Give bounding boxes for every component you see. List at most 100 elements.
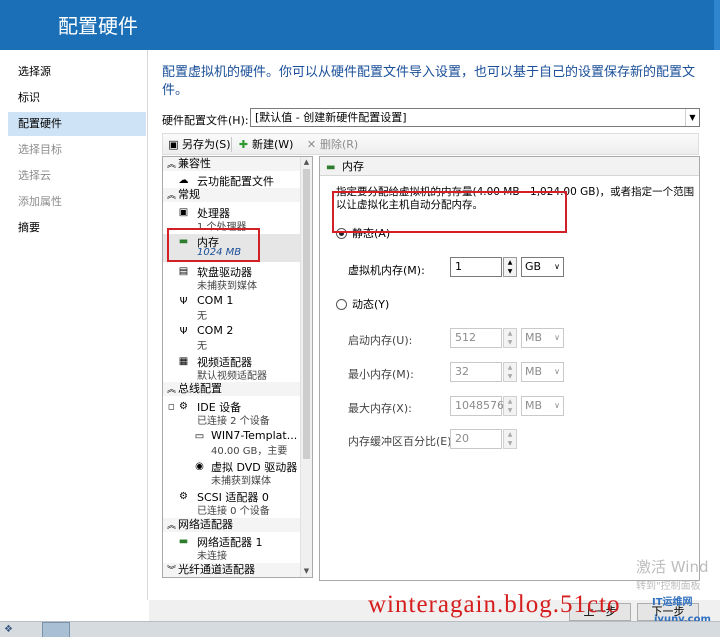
tree-item-floppy[interactable]: ▤ 软盘驱动器 未捕获到媒体 (163, 264, 301, 292)
windows-activation-hint: 转到"控制面板 (636, 581, 701, 592)
hard-disk-icon: ▭ (194, 431, 205, 442)
panel-header: ▬ 内存 (320, 157, 699, 176)
nav-item-configure-hardware[interactable]: 配置硬件 (8, 112, 146, 136)
new-button[interactable]: ✚ 新建(W) (237, 136, 294, 153)
scsi-adapter-icon: ⚙ (179, 491, 188, 502)
hardware-toolbar: ▣ 另存为(S) ✚ 新建(W) ✕ 删除(R) (162, 133, 699, 155)
dynamic-memory-radio[interactable]: 动态(Y) (336, 296, 389, 312)
taskbar-app-button[interactable] (42, 622, 70, 637)
profile-label: 硬件配置文件(H): (162, 114, 249, 127)
dvd-disc-icon: ◉ (195, 461, 204, 472)
main-content: 配置虚拟机的硬件。你可以从硬件配置文件导入设置，也可以基于自己的设置保存新的配置… (149, 50, 720, 600)
collapse-icon: ︽ (167, 385, 177, 395)
add-icon: ✚ (238, 138, 249, 151)
tree-item-cloud-profile[interactable]: ☁ 云功能配置文件 (163, 173, 301, 189)
startup-memory-input: 512 (450, 328, 502, 348)
save-as-label: 另存为(S) (182, 138, 231, 151)
annotation-highlight-memory-item (167, 228, 260, 262)
startup-memory-unit-select: MB ∨ (521, 328, 564, 348)
delete-label: 删除(R) (320, 138, 359, 151)
blog-watermark: winteragain.blog.51cto (368, 591, 621, 618)
new-label: 新建(W) (252, 138, 294, 151)
title-bar: 配置硬件 (0, 0, 720, 50)
tree-item-virtual-disk[interactable]: ▭ WIN7-Templat... 40.00 GB，主要 (163, 429, 301, 457)
nav-item-select-destination: 选择目标 (18, 143, 62, 156)
save-as-button[interactable]: ▣ 另存为(S) (167, 136, 231, 153)
processor-icon: ▣ (178, 207, 189, 218)
title-bar-edge (714, 0, 720, 50)
window-title: 配置硬件 (58, 14, 138, 38)
vm-memory-input[interactable]: 1 (450, 257, 502, 277)
nav-item-select-cloud: 选择云 (18, 169, 51, 182)
collapse-icon: ︽ (167, 521, 177, 531)
vm-memory-label: 虚拟机内存(M): (348, 264, 425, 277)
floppy-drive-icon: ▤ (178, 266, 189, 277)
scroll-down-icon[interactable]: ▼ (301, 566, 312, 577)
chevron-down-icon: ∨ (554, 367, 560, 376)
delete-button: ✕ 删除(R) (305, 136, 358, 153)
radio-unselected-icon (336, 299, 347, 310)
tree-item-scsi-adapter[interactable]: ⚙ SCSI 适配器 0 已连接 0 个设备 (163, 489, 301, 517)
vm-memory-spinner[interactable]: ▲ ▼ (503, 257, 517, 277)
section-fibre-channel[interactable]: ︾ 光纤通道适配器 (163, 563, 301, 577)
monitor-icon: ▦ (178, 356, 189, 367)
panel-header-title: 内存 (342, 160, 364, 173)
section-compatibility[interactable]: ︽ 兼容性 (163, 157, 301, 171)
startup-memory-spinner: ▲ ▼ (503, 328, 517, 348)
hardware-profile-select[interactable]: [默认值 - 创建新硬件配置设置] ▼ (250, 108, 700, 127)
memory-chip-icon: ▬ (326, 162, 336, 173)
tree-item-com1[interactable]: Ψ COM 1 无 (163, 294, 301, 322)
min-memory-label: 最小内存(M): (348, 368, 414, 381)
tree-item-video-adapter[interactable]: ▦ 视频适配器 默认视频适配器 (163, 354, 301, 382)
taskbar: ❖ (0, 621, 720, 637)
max-memory-spinner: ▲ ▼ (503, 396, 517, 416)
vm-memory-unit-select[interactable]: GB ∨ (521, 257, 564, 277)
collapse-icon: ︽ (167, 191, 177, 201)
min-memory-input: 32 (450, 362, 502, 382)
tree-item-network-adapter-1[interactable]: ▬ 网络适配器 1 未连接 (163, 534, 301, 562)
memory-buffer-spinner: ▲ ▼ (503, 429, 517, 449)
collapse-icon: ︽ (167, 160, 177, 170)
tree-scrollbar[interactable]: ▲ ▼ (300, 157, 312, 577)
network-card-icon: ▬ (178, 536, 189, 547)
memory-buffer-label: 内存缓冲区百分比(E): (348, 435, 456, 448)
windows-activation-notice: 激活 Wind (636, 558, 709, 576)
section-network-adapters[interactable]: ︽ 网络适配器 (163, 518, 301, 532)
ide-controller-icon: ⚙ (179, 401, 188, 412)
chevron-down-icon: ∨ (554, 262, 560, 271)
intro-text: 配置虚拟机的硬件。你可以从硬件配置文件导入设置，也可以基于自己的设置保存新的配置… (162, 65, 696, 98)
expand-icon: ︾ (167, 566, 177, 576)
tree-item-com2[interactable]: Ψ COM 2 无 (163, 324, 301, 352)
hardware-tree: ︽ 兼容性 ☁ 云功能配置文件 ︽ 常规 ▣ 处理器 1 个处理器 ▬ 内存 102… (162, 156, 313, 578)
chevron-down-icon: ∨ (554, 401, 560, 410)
nav-item-identity[interactable]: 标识 (0, 86, 148, 110)
min-memory-spinner: ▲ ▼ (503, 362, 517, 382)
scroll-thumb[interactable] (303, 169, 310, 459)
toolbar-separator (231, 137, 232, 152)
delete-icon: ✕ (306, 138, 317, 151)
nav-item-summary[interactable]: 摘要 (0, 216, 148, 240)
nav-item-add-properties: 添加属性 (18, 195, 62, 208)
nav-item-select-source[interactable]: 选择源 (0, 60, 148, 84)
min-memory-unit-select: MB ∨ (521, 362, 564, 382)
tree-item-dvd-drive[interactable]: ◉ 虚拟 DVD 驱动器 未捕获到媒体 (163, 459, 301, 487)
scroll-up-icon[interactable]: ▲ (301, 157, 312, 168)
dropdown-arrow-icon[interactable]: ▼ (685, 109, 699, 126)
max-memory-label: 最大内存(X): (348, 402, 412, 415)
serial-port-icon: Ψ (179, 296, 188, 307)
section-bus-configuration[interactable]: ︽ 总线配置 (163, 382, 301, 396)
wizard-nav: 选择源 标识 配置硬件 选择目标 选择云 添加属性 摘要 (0, 50, 148, 600)
memory-buffer-input: 20 (450, 429, 502, 449)
max-memory-unit-select: MB ∨ (521, 396, 564, 416)
cloud-profile-icon: ☁ (178, 175, 189, 186)
max-memory-input: 1048576 (450, 396, 504, 416)
start-icon[interactable]: ❖ (4, 624, 16, 636)
startup-memory-label: 启动内存(U): (348, 334, 413, 347)
serial-port-icon: Ψ (179, 326, 188, 337)
hardware-profile-value: [默认值 - 创建新硬件配置设置] (255, 111, 407, 124)
floppy-save-icon: ▣ (168, 138, 179, 151)
annotation-highlight-vm-memory (332, 191, 567, 233)
tree-item-ide-devices[interactable]: ◻ ⚙ IDE 设备 已连接 2 个设备 (163, 399, 301, 427)
chevron-down-icon: ∨ (554, 333, 560, 342)
section-general[interactable]: ︽ 常规 (163, 188, 301, 202)
